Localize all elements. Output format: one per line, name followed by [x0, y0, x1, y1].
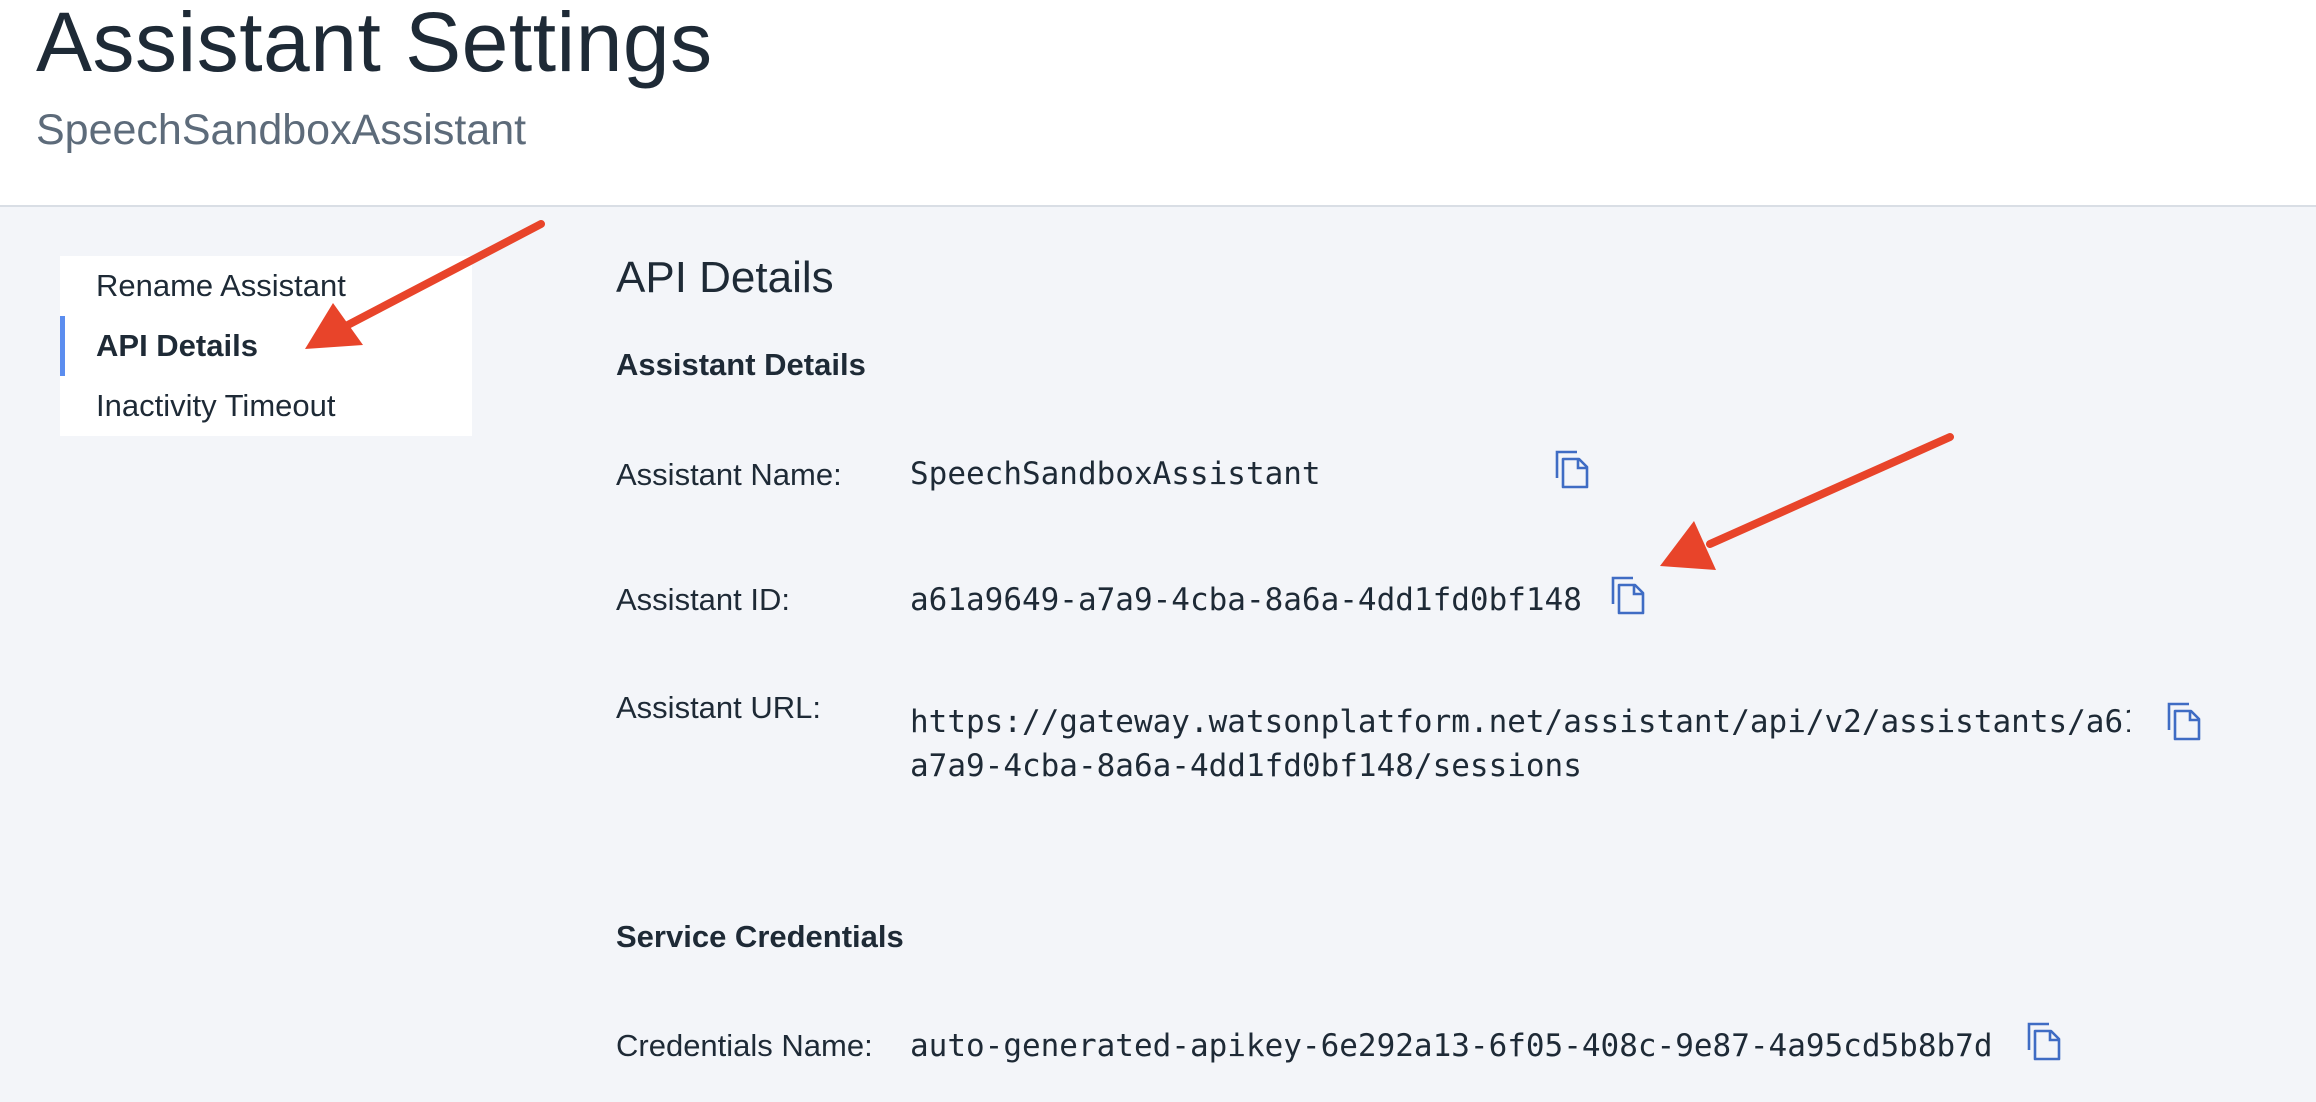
- assistant-id-value: a61a9649-a7a9-4cba-8a6a-4dd1fd0bf148: [910, 582, 1582, 618]
- copy-icon: [1611, 576, 1645, 615]
- copy-assistant-url-button[interactable]: [2158, 698, 2204, 744]
- credentials-name-label: Credentials Name:: [616, 1028, 873, 1063]
- section-title: API Details: [616, 253, 834, 302]
- copy-icon: [2027, 1022, 2061, 1061]
- assistant-url-value-line2: a7a9-4cba-8a6a-4dd1fd0bf148/sessions: [910, 748, 1582, 784]
- copy-icon: [1555, 450, 1589, 489]
- copy-assistant-id-button[interactable]: [1602, 572, 1648, 618]
- copy-assistant-name-button[interactable]: [1546, 446, 1592, 492]
- credentials-name-value: auto-generated-apikey-6e292a13-6f05-408c…: [910, 1028, 1993, 1064]
- sidenav-item-api-details[interactable]: API Details: [60, 316, 472, 376]
- assistant-details-heading: Assistant Details: [616, 347, 866, 382]
- settings-sidenav: Rename Assistant API Details Inactivity …: [60, 256, 472, 436]
- sidenav-item-inactivity-timeout[interactable]: Inactivity Timeout: [60, 376, 472, 436]
- copy-credentials-name-button[interactable]: [2018, 1018, 2064, 1064]
- assistant-url-label: Assistant URL:: [616, 690, 822, 725]
- red-arrow-id: [1660, 433, 1954, 570]
- assistant-name-label: Assistant Name:: [616, 457, 842, 492]
- page-subtitle: SpeechSandboxAssistant: [36, 106, 527, 154]
- service-credentials-heading: Service Credentials: [616, 919, 904, 954]
- page-title: Assistant Settings: [36, 0, 713, 89]
- sidenav-item-rename-assistant[interactable]: Rename Assistant: [60, 256, 472, 316]
- page: Assistant Settings SpeechSandboxAssistan…: [0, 0, 2316, 1102]
- assistant-url-value-line1: https://gateway.watsonplatform.net/assis…: [910, 704, 2130, 740]
- assistant-id-label: Assistant ID:: [616, 582, 790, 617]
- page-header: Assistant Settings SpeechSandboxAssistan…: [0, 0, 2316, 207]
- copy-icon: [2167, 702, 2201, 741]
- assistant-name-value: SpeechSandboxAssistant: [910, 456, 1321, 492]
